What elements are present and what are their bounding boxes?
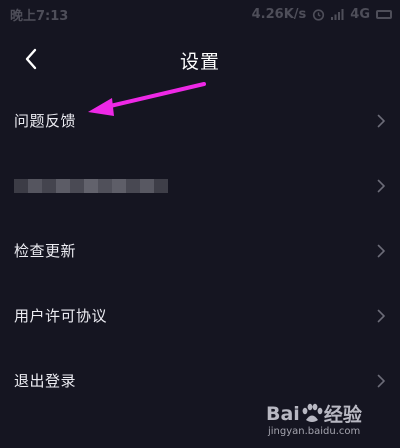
chevron-right-icon (377, 374, 386, 388)
status-bar: 晚上7:13 4.26K/s 4G (0, 0, 400, 28)
menu-item-label: 退出登录 (14, 372, 77, 390)
watermark-brand-right: 经验 (323, 404, 362, 426)
battery-icon (376, 9, 392, 19)
chevron-right-icon (377, 244, 386, 258)
chevron-right-icon (377, 179, 386, 193)
menu-item-redacted[interactable] (0, 153, 400, 218)
watermark-url: jingyan.baidu.com (268, 426, 361, 437)
status-indicators: 4.26K/s 4G (252, 7, 392, 22)
header: 设置 (0, 35, 400, 83)
status-time: 晚上7:13 (10, 8, 69, 24)
watermark: Bai 经验 jingyan.baidu.com (266, 400, 390, 442)
signal-icon (331, 8, 344, 20)
redacted-text (14, 178, 168, 193)
chevron-right-icon (377, 114, 386, 128)
network-type: 4G (350, 6, 370, 22)
network-speed: 4.26K/s (251, 6, 307, 22)
settings-menu: 问题反馈 检查更新 用户许可协议 退出登录 (0, 88, 400, 413)
menu-item-label: 问题反馈 (14, 112, 77, 130)
menu-item-license[interactable]: 用户许可协议 (0, 283, 400, 348)
page-title: 设置 (179, 51, 220, 73)
chevron-right-icon (377, 309, 386, 323)
alarm-icon (312, 8, 325, 21)
menu-item-label: 用户许可协议 (14, 307, 108, 325)
menu-item-check-update[interactable]: 检查更新 (0, 218, 400, 283)
menu-item-label: 检查更新 (14, 242, 77, 260)
menu-item-feedback[interactable]: 问题反馈 (0, 88, 400, 153)
watermark-logo: Bai 经验 (266, 400, 362, 427)
paw-icon (302, 403, 323, 422)
watermark-brand-left: Bai (266, 402, 300, 425)
